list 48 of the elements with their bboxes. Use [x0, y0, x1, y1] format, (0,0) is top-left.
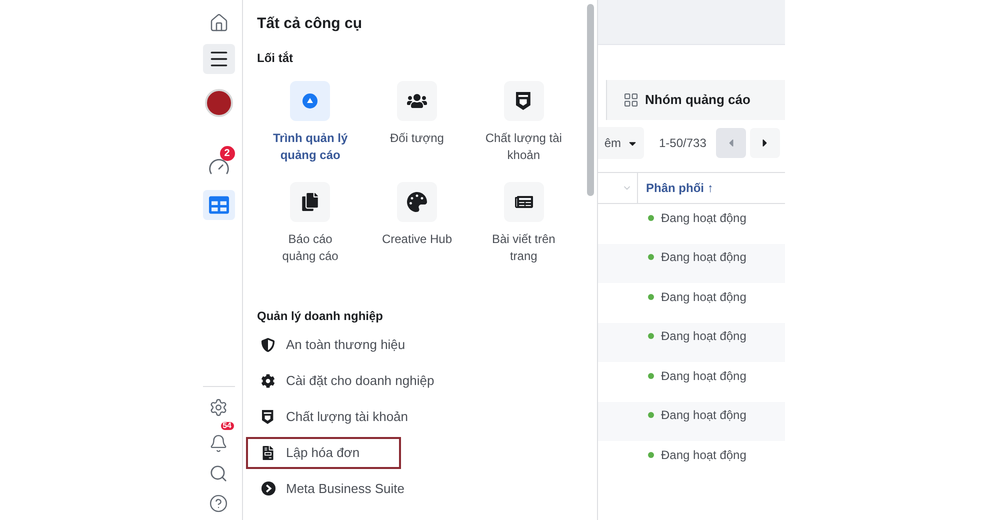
- status-text: Đang hoạt động: [661, 210, 746, 227]
- section-heading: Lối tắt: [257, 50, 294, 66]
- dropdown-button[interactable]: êm: [598, 127, 644, 159]
- rail-button[interactable]: 54: [202, 422, 234, 458]
- documents-icon: [301, 192, 320, 210]
- rail-button[interactable]: 2: [202, 146, 234, 182]
- page-range: 1-50/733: [659, 135, 706, 152]
- rail-button[interactable]: [202, 44, 234, 74]
- status-text: Đang hoạt động: [661, 407, 746, 424]
- column-header[interactable]: Phân phối ↑: [646, 179, 714, 197]
- settings-icon: [209, 398, 228, 416]
- status-text: Đang hoạt động: [661, 249, 746, 266]
- arrow-circle-icon: [302, 92, 318, 108]
- status-text: Đang hoạt động: [661, 446, 746, 464]
- menu-item[interactable]: Lập hóa đơn: [246, 436, 401, 468]
- suite-icon: [260, 481, 276, 496]
- panel-title: Tất cả công cụ: [257, 14, 364, 34]
- bell-icon: [209, 434, 228, 452]
- palette-icon: [406, 192, 427, 212]
- shortcut-tile[interactable]: Chất lượng tài khoản: [470, 80, 577, 164]
- menu-item[interactable]: Cài đặt cho doanh nghiệp: [246, 364, 496, 396]
- section-heading: Quản lý doanh nghiệp: [257, 308, 384, 324]
- menu-item[interactable]: Chất lượng tài khoản: [246, 400, 496, 432]
- shortcut-tile[interactable]: Bài viết trên trang: [470, 182, 577, 264]
- grid-icon: [623, 92, 639, 108]
- table-icon: [208, 195, 228, 215]
- menu-item[interactable]: An toàn thương hiệu: [246, 328, 496, 360]
- status-text: Đang hoạt động: [661, 328, 746, 346]
- shield-icon: [261, 338, 275, 352]
- shortcut-tile[interactable]: Báo cáo quảng cáo: [257, 182, 364, 264]
- home-icon: [208, 13, 228, 33]
- shield-icon: [516, 92, 531, 110]
- shortcut-tile[interactable]: Creative Hub: [364, 182, 470, 264]
- search-icon: [209, 464, 228, 482]
- status-text: Đang hoạt động: [661, 368, 746, 385]
- gear-icon: [261, 374, 275, 388]
- tab-label[interactable]: Nhóm quảng cáo: [645, 90, 750, 110]
- scrollbar[interactable]: [586, 4, 594, 196]
- invoice-icon: [261, 446, 275, 460]
- shortcut-tile[interactable]: Trình quản lý quảng cáo: [257, 80, 364, 164]
- notification-badge: 2: [220, 146, 234, 161]
- shortcut-tile[interactable]: Đối tượng: [364, 80, 470, 164]
- notification-badge: 54: [220, 422, 234, 430]
- avatar: [204, 89, 232, 117]
- menu-item[interactable]: Meta Business Suite: [246, 472, 496, 504]
- shield-icon: [262, 410, 274, 424]
- help-icon: [209, 494, 228, 512]
- status-text: Đang hoạt động: [661, 288, 746, 306]
